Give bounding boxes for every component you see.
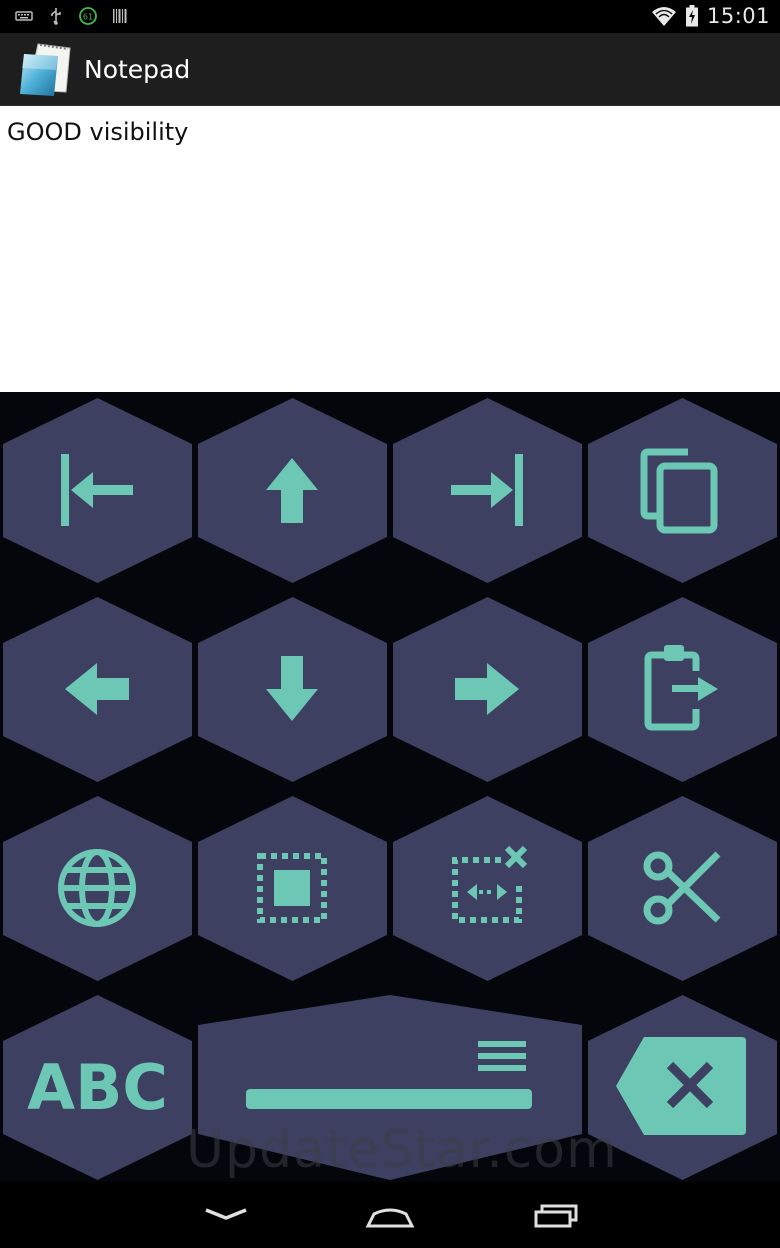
space-key[interactable]: [198, 995, 582, 1180]
left-arrow-key[interactable]: [3, 597, 192, 782]
navigation-bar: [0, 1182, 780, 1248]
spacebar-icon: [246, 1089, 532, 1109]
keyboard-icon: [15, 11, 33, 21]
barcode-icon: [113, 9, 127, 23]
home-icon[interactable]: [360, 1194, 420, 1234]
editor-text[interactable]: GOOD visibility: [7, 118, 188, 146]
notepad-icon[interactable]: [18, 40, 76, 98]
badge-icon: 61: [79, 7, 97, 25]
select-all-key[interactable]: [198, 796, 387, 981]
copy-key[interactable]: [588, 398, 777, 583]
right-arrow-key[interactable]: [393, 597, 582, 782]
recents-icon[interactable]: [526, 1194, 586, 1234]
paste-key[interactable]: [588, 597, 777, 782]
menu-icon: [478, 1041, 526, 1071]
action-bar: Notepad: [0, 33, 780, 107]
abc-key[interactable]: [3, 995, 192, 1180]
text-editor[interactable]: GOOD visibility: [0, 106, 780, 392]
up-arrow-key[interactable]: [198, 398, 387, 583]
backspace-key[interactable]: [588, 995, 777, 1180]
status-left-icons: 61: [14, 6, 130, 26]
back-icon[interactable]: [196, 1194, 256, 1234]
svg-text:61: 61: [83, 13, 93, 22]
battery-icon: [685, 5, 698, 27]
usb-icon: [51, 8, 61, 25]
home-arrow-key[interactable]: [3, 398, 192, 583]
wifi-icon: [651, 7, 676, 26]
status-bar: 61 15:01: [0, 0, 780, 33]
down-arrow-key[interactable]: [198, 597, 387, 782]
end-arrow-key[interactable]: [393, 398, 582, 583]
cut-key[interactable]: [588, 796, 777, 981]
language-key[interactable]: [3, 796, 192, 981]
deselect-key[interactable]: [393, 796, 582, 981]
status-right-icons: 15:01: [651, 4, 770, 28]
app-title: Notepad: [84, 55, 191, 84]
clock: 15:01: [706, 4, 770, 28]
